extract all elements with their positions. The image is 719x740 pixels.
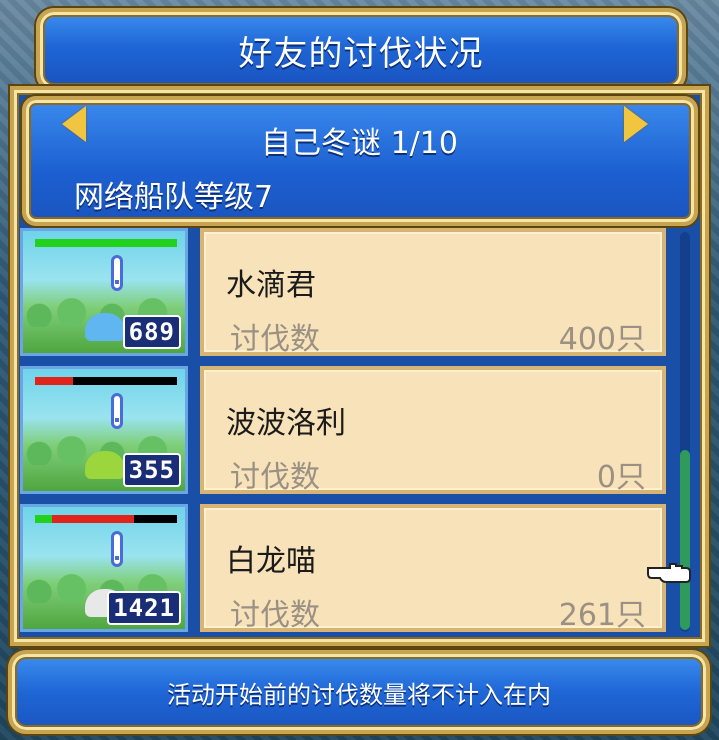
footer-notice: 活动开始前的讨伐数量将不计入在内	[167, 680, 551, 709]
kill-value: 400只	[558, 322, 646, 357]
hp-fill	[35, 239, 177, 247]
monster-info-card[interactable]: 波波洛利 讨伐数 0只	[200, 366, 666, 495]
window-title: 好友的讨伐状况	[238, 33, 484, 74]
list-item[interactable]: 689 水滴君 讨伐数 400只	[20, 228, 680, 362]
list-item[interactable]: 355 波波洛利 讨伐数 0只	[20, 366, 680, 500]
kill-label: 讨伐数	[230, 322, 320, 357]
footer-notice-bar: 活动开始前的讨伐数量将不计入在内	[8, 650, 710, 734]
hp-fill	[35, 515, 53, 523]
count-badge: 1421	[107, 591, 181, 625]
monster-name: 波波洛利	[226, 406, 346, 441]
pointing-hand-icon	[647, 563, 691, 583]
hp-bar	[35, 239, 177, 247]
hp-bar	[35, 515, 177, 523]
alert-icon	[111, 255, 123, 291]
monster-sprite	[85, 451, 125, 479]
alert-icon	[111, 393, 123, 429]
monster-thumbnail: 689	[20, 228, 188, 356]
alert-icon	[111, 531, 123, 567]
scrollbar-thumb[interactable]	[680, 450, 690, 630]
hp-fill	[35, 377, 74, 385]
player-name: 自己冬谜 1/10	[261, 126, 458, 161]
monster-info-card[interactable]: 白龙喵 讨伐数 261只	[200, 504, 666, 633]
monster-list[interactable]: 689 水滴君 讨伐数 400只 355 波波洛利 讨伐数 0只 1421 白龙…	[20, 228, 680, 640]
fleet-level: 网络船队等级7	[74, 180, 274, 215]
title-bar: 好友的讨伐状况	[36, 8, 686, 92]
monster-thumbnail: 1421	[20, 504, 188, 632]
kill-label: 讨伐数	[230, 598, 320, 633]
hp-bar	[35, 377, 177, 385]
kill-label: 讨伐数	[230, 460, 320, 495]
monster-thumbnail: 355	[20, 366, 188, 494]
monster-info-card[interactable]: 水滴君 讨伐数 400只	[200, 228, 666, 357]
kill-value: 0只	[596, 460, 646, 495]
list-item[interactable]: 1421 白龙喵 讨伐数 261只	[20, 504, 680, 638]
monster-name: 白龙喵	[226, 544, 316, 579]
count-badge: 689	[122, 315, 181, 349]
monster-sprite	[85, 313, 125, 341]
monster-name: 水滴君	[226, 268, 316, 303]
count-badge: 355	[122, 453, 181, 487]
kill-value: 261只	[558, 598, 646, 633]
hp-fill	[52, 515, 135, 523]
